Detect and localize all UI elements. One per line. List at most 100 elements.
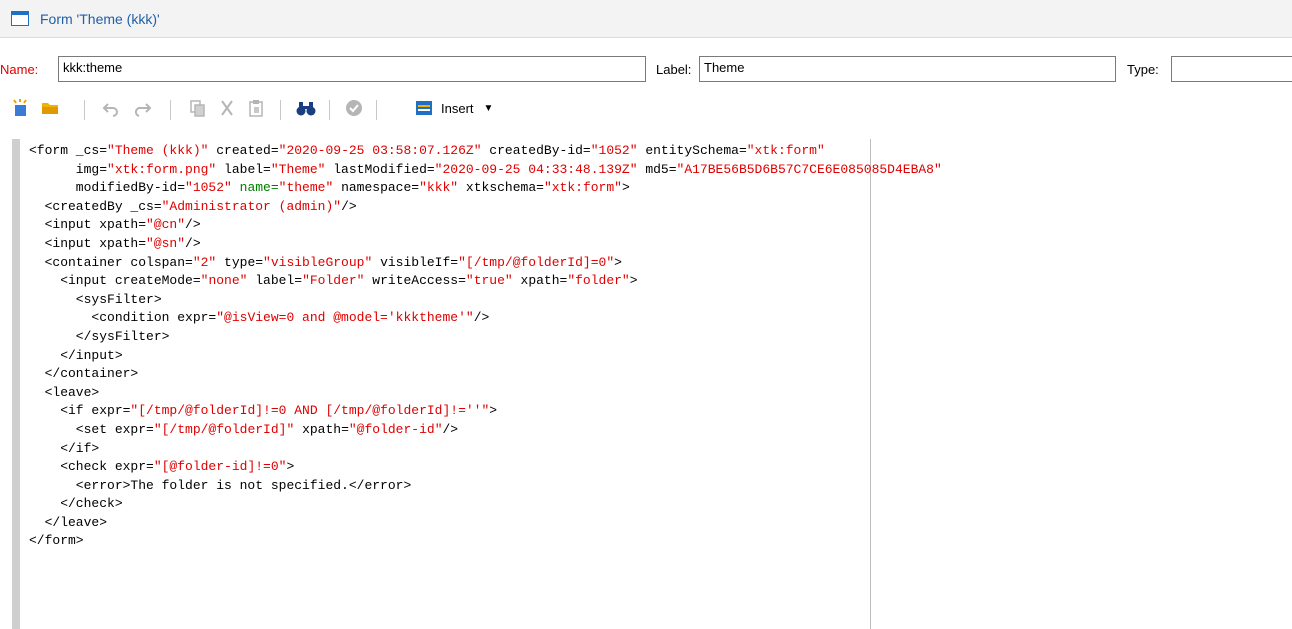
form-window-icon	[11, 11, 29, 26]
code-token: visibleIf=	[372, 254, 459, 270]
toolbar-separator	[280, 100, 281, 120]
code-token: label=	[247, 273, 303, 289]
insert-icon	[416, 101, 432, 115]
code-token: <input createMode=	[29, 273, 201, 289]
code-token: </sysFilter>	[29, 328, 170, 344]
code-token: <error>The folder is not specified.</err…	[29, 477, 412, 493]
code-attribute-value: "theme"	[278, 180, 334, 196]
code-line: <leave>	[29, 384, 942, 403]
code-attribute-value: "@cn"	[146, 217, 186, 233]
code-token: type=	[216, 254, 264, 270]
code-attribute-value: "visibleGroup"	[263, 254, 373, 270]
code-line: img="xtk:form.png" label="Theme" lastMod…	[29, 161, 942, 180]
code-attribute-value: "2020-09-25 04:33:48.139Z"	[434, 161, 638, 177]
code-token: createdBy-id=	[481, 143, 591, 158]
insert-label: Insert	[441, 100, 474, 116]
code-attribute-value: "1052"	[590, 143, 638, 158]
code-token: >	[629, 273, 638, 289]
code-line: <condition expr="@isView=0 and @model='k…	[29, 309, 942, 328]
code-token: <input xpath=	[29, 235, 147, 251]
code-line: </if>	[29, 440, 942, 459]
code-attribute-value: "kkk"	[419, 180, 459, 196]
code-line: <input xpath="@cn"/>	[29, 216, 942, 235]
label-label: Label:	[656, 62, 692, 77]
code-line: </check>	[29, 495, 942, 514]
code-token: md5=	[637, 161, 677, 177]
toolbar: Insert ▼	[0, 92, 1292, 126]
code-attribute-value: "Folder"	[302, 273, 365, 289]
code-token: </leave>	[29, 514, 108, 530]
code-token: xpath=	[512, 273, 568, 289]
open-folder-icon	[42, 103, 58, 114]
copy-icon	[190, 100, 205, 117]
code-token: </check>	[29, 496, 123, 512]
code-token: <set expr=	[29, 421, 154, 437]
code-line: </sysFilter>	[29, 328, 942, 347]
code-token: <input xpath=	[29, 217, 147, 233]
code-attribute-value: "[/tmp/@folderId]!=0 AND [/tmp/@folderId…	[130, 403, 490, 419]
insert-button[interactable]: Insert ▼	[415, 96, 493, 120]
toolbar-separator	[84, 100, 85, 120]
code-attribute-value: "Theme"	[270, 161, 326, 177]
code-token: >	[286, 459, 295, 475]
code-line: <check expr="[@folder-id]!=0">	[29, 458, 942, 477]
code-token: </form>	[29, 533, 84, 549]
undo-button[interactable]	[99, 96, 123, 120]
label-input[interactable]: Theme	[699, 56, 1116, 82]
check-button[interactable]	[342, 96, 366, 120]
chevron-down-icon: ▼	[483, 102, 494, 114]
code-token: name=	[231, 180, 279, 196]
code-token: />	[185, 235, 201, 251]
code-token: <sysFilter>	[29, 291, 162, 307]
type-input[interactable]	[1171, 56, 1292, 82]
code-token: />	[473, 310, 490, 326]
code-line: <set expr="[/tmp/@folderId]" xpath="@fol…	[29, 421, 942, 440]
new-button[interactable]	[9, 96, 33, 120]
code-token: </if>	[29, 440, 100, 456]
code-token: img=	[29, 161, 108, 177]
code-line: <form _cs="Theme (kkk)" created="2020-09…	[29, 142, 942, 161]
code-token: namespace=	[333, 180, 420, 196]
code-token: xtkschema=	[458, 180, 544, 196]
toolbar-separator	[376, 100, 377, 120]
code-token: </input>	[29, 347, 123, 363]
xml-editor[interactable]: <form _cs="Theme (kkk)" created="2020-09…	[12, 139, 1292, 629]
xml-source[interactable]: <form _cs="Theme (kkk)" created="2020-09…	[29, 142, 942, 551]
code-line: <sysFilter>	[29, 291, 942, 310]
code-token: <createdBy _cs=	[29, 198, 162, 214]
code-token: >	[621, 180, 630, 196]
code-line: <createdBy _cs="Administrator (admin)"/>	[29, 198, 942, 217]
code-attribute-value: "A17BE56B5D6B57C7CE6E085085D4EBA8"	[676, 161, 942, 177]
code-attribute-value: "none"	[200, 273, 248, 289]
code-line: <input xpath="@sn"/>	[29, 235, 942, 254]
check-icon	[346, 100, 362, 116]
code-attribute-value: "true"	[465, 273, 513, 289]
window-title: Form 'Theme (kkk)'	[40, 11, 160, 27]
code-token: lastModified=	[325, 161, 435, 177]
editor-gutter	[12, 139, 20, 629]
code-token: <condition expr=	[29, 310, 217, 326]
code-token: >	[614, 254, 622, 270]
code-token: <check expr=	[29, 459, 154, 475]
open-button[interactable]	[38, 96, 62, 120]
cut-button[interactable]	[215, 96, 239, 120]
code-token: created=	[208, 143, 279, 158]
form-properties: Name: kkk:theme Label: Theme Type:	[0, 55, 1292, 84]
title-bar: Form 'Theme (kkk)'	[0, 0, 1292, 38]
toolbar-separator	[170, 100, 171, 120]
find-button[interactable]	[294, 96, 318, 120]
code-attribute-value: "xtk:form"	[746, 143, 825, 158]
code-line: </form>	[29, 532, 942, 551]
copy-button[interactable]	[185, 96, 209, 120]
code-token: label=	[216, 161, 271, 177]
code-token: />	[442, 421, 459, 437]
code-token: modifiedBy-id=	[29, 180, 186, 196]
redo-button[interactable]	[131, 96, 155, 120]
code-attribute-value: "folder"	[567, 273, 630, 289]
name-input[interactable]: kkk:theme	[58, 56, 646, 82]
paste-icon	[249, 100, 263, 117]
code-token: <leave>	[29, 384, 100, 400]
code-attribute-value: "@sn"	[146, 235, 186, 251]
paste-button[interactable]	[244, 96, 268, 120]
code-line: <container colspan="2" type="visibleGrou…	[29, 254, 942, 273]
